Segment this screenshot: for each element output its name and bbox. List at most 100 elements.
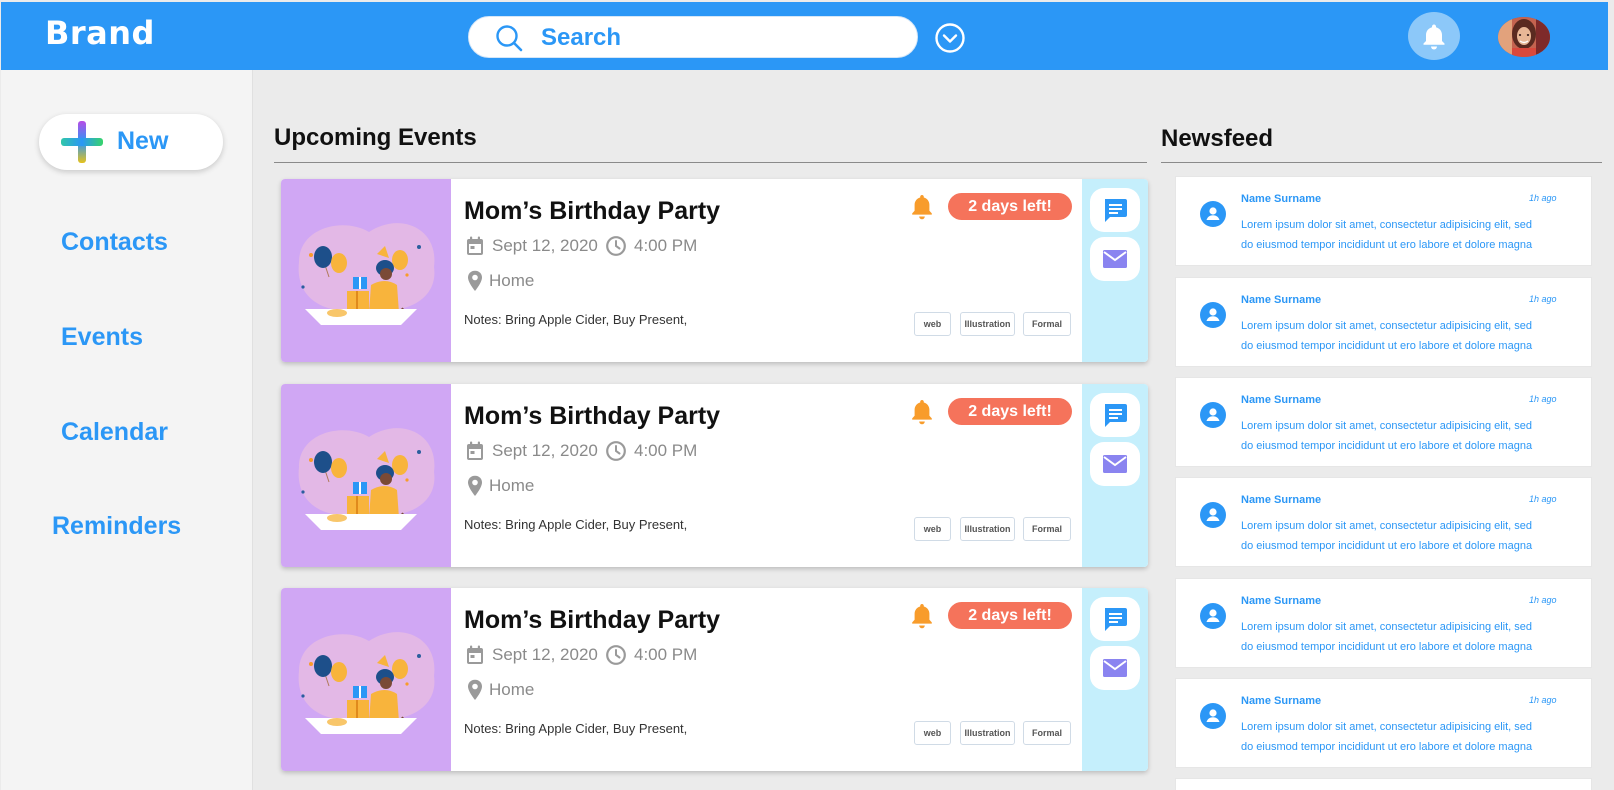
message-button[interactable] [1090,188,1140,232]
tag-formal[interactable]: Formal [1023,517,1071,541]
tag-illustration[interactable]: Illustration [960,312,1015,336]
feed-item[interactable]: Name Surname 1h ago Lorem ipsum dolor si… [1175,477,1592,567]
bell-icon[interactable] [909,193,935,221]
event-illustration [281,179,451,362]
search-input[interactable] [541,23,881,53]
birthday-illustration [298,632,435,734]
location-pin-icon [468,475,482,496]
event-notes: Notes: Bring Apple Cider, Buy Present, [464,721,688,736]
feed-timestamp: 1h ago [1529,494,1557,504]
feed-text-line: do eiusmod tempor incididunt ut ero labo… [1241,540,1533,552]
sidebar-item-events[interactable]: Events [61,323,143,352]
tag-web[interactable]: web [914,721,951,745]
chat-icon [1105,404,1127,427]
message-button[interactable] [1090,393,1140,437]
new-button-label: New [117,127,169,155]
feed-item[interactable]: Name Surname 1h ago Lorem ipsum dolor si… [1175,377,1592,467]
feed-text-line: do eiusmod tempor incididunt ut ero labo… [1241,641,1533,653]
feed-text-line: Lorem ipsum dolor sit amet, consectetur … [1241,320,1533,332]
birthday-illustration [298,428,435,530]
brand-logo[interactable]: Brand [45,14,155,52]
event-illustration [281,588,451,771]
bell-icon[interactable] [909,398,935,426]
feed-item[interactable]: Name Surname 1h ago Lorem ipsum dolor si… [1175,678,1592,768]
event-actions [1082,588,1148,771]
feed-item-partial [1175,778,1592,790]
avatar-photo [1498,17,1550,57]
feed-item[interactable]: Name Surname 1h ago Lorem ipsum dolor si… [1175,176,1592,266]
user-icon [1200,302,1226,328]
feed-text: Lorem ipsum dolor sit amet, consectetur … [1241,717,1571,757]
top-bar: Brand [1,2,1608,70]
event-card[interactable]: Mom’s Birthday Party Sept 12, 2020 4:00 … [281,179,1148,362]
tag-illustration[interactable]: Illustration [960,721,1015,745]
feed-author-name[interactable]: Name Surname [1241,595,1321,607]
days-left-badge: 2 days left! [948,193,1072,220]
bell-icon[interactable] [909,602,935,630]
tag-formal[interactable]: Formal [1023,312,1071,336]
chat-icon [1105,199,1127,222]
mail-button[interactable] [1090,442,1140,486]
chevron-down-circle-icon[interactable] [934,22,966,54]
event-card[interactable]: Mom’s Birthday Party Sept 12, 2020 4:00 … [281,588,1148,771]
feed-text-line: Lorem ipsum dolor sit amet, consectetur … [1241,420,1533,432]
sidebar-item-calendar[interactable]: Calendar [61,418,168,447]
events-divider [274,162,1147,163]
mail-button[interactable] [1090,237,1140,281]
user-icon [1200,502,1226,528]
feed-text-line: do eiusmod tempor incididunt ut ero labo… [1241,340,1533,352]
clock-icon [606,236,626,256]
feed-item[interactable]: Name Surname 1h ago Lorem ipsum dolor si… [1175,578,1592,668]
user-icon [1200,402,1226,428]
birthday-illustration [298,223,435,325]
tag-illustration[interactable]: Illustration [960,517,1015,541]
event-title[interactable]: Mom’s Birthday Party [464,402,720,431]
user-icon [1200,703,1226,729]
tag-formal[interactable]: Formal [1023,721,1071,745]
event-notes: Notes: Bring Apple Cider, Buy Present, [464,312,688,327]
event-date: Sept 12, 2020 [492,236,598,255]
clock-icon [606,645,626,665]
feed-timestamp: 1h ago [1529,294,1557,304]
event-time: 4:00 PM [634,441,698,460]
feed-author-name[interactable]: Name Surname [1241,695,1321,707]
message-button[interactable] [1090,597,1140,641]
tag-web[interactable]: web [914,312,951,336]
event-title[interactable]: Mom’s Birthday Party [464,197,720,226]
feed-item[interactable]: Name Surname 1h ago Lorem ipsum dolor si… [1175,277,1592,367]
event-date: Sept 12, 2020 [492,645,598,664]
days-left-badge: 2 days left! [948,398,1072,425]
event-title[interactable]: Mom’s Birthday Party [464,606,720,635]
user-avatar[interactable] [1498,17,1550,57]
tag-web[interactable]: web [914,517,951,541]
feed-timestamp: 1h ago [1529,193,1557,203]
feed-author-name[interactable]: Name Surname [1241,294,1321,306]
event-time: 4:00 PM [634,236,698,255]
feed-author-name[interactable]: Name Surname [1241,193,1321,205]
feed-text: Lorem ipsum dolor sit amet, consectetur … [1241,516,1571,556]
location-pin-icon [468,679,482,700]
calendar-icon [467,236,483,255]
new-button[interactable]: New [39,114,223,170]
event-notes: Notes: Bring Apple Cider, Buy Present, [464,517,688,532]
clock-icon [606,441,626,461]
feed-author-name[interactable]: Name Surname [1241,494,1321,506]
event-time: 4:00 PM [634,645,698,664]
sidebar-item-reminders[interactable]: Reminders [52,512,181,541]
chat-icon [1105,608,1127,631]
mail-icon [1103,250,1127,268]
mail-button[interactable] [1090,646,1140,690]
feed-timestamp: 1h ago [1529,695,1557,705]
feed-text: Lorem ipsum dolor sit amet, consectetur … [1241,416,1571,456]
search-bar[interactable] [468,16,918,58]
bell-icon [1423,24,1445,50]
notifications-button[interactable] [1408,12,1460,60]
sidebar-item-contacts[interactable]: Contacts [61,228,168,257]
feed-text-line: Lorem ipsum dolor sit amet, consectetur … [1241,219,1533,231]
plus-icon [61,121,103,163]
sidebar: New Contacts Events Calendar Reminders [1,70,253,790]
user-icon [1200,603,1226,629]
feed-author-name[interactable]: Name Surname [1241,394,1321,406]
event-card[interactable]: Mom’s Birthday Party Sept 12, 2020 4:00 … [281,384,1148,567]
event-date: Sept 12, 2020 [492,441,598,460]
